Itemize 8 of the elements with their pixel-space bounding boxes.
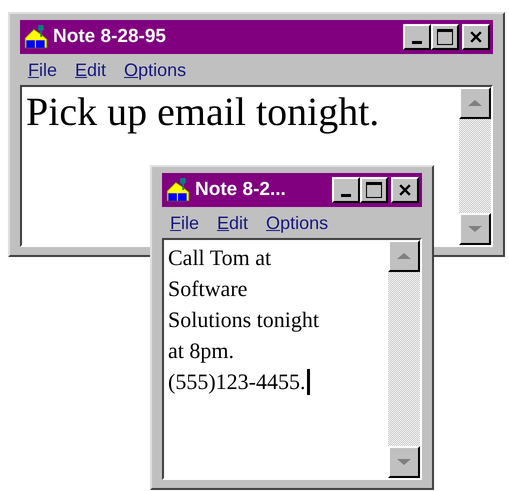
note-text: Solutions tonight <box>168 306 319 334</box>
note-text: Call Tom at <box>168 244 272 272</box>
note-text: (555)123-4455. <box>168 368 306 396</box>
window-title: Note 8-2... <box>195 179 287 201</box>
note-text: Software <box>168 275 248 303</box>
note-text: at 8pm. <box>168 337 234 365</box>
note-text: Pick up email tonight. <box>26 89 380 135</box>
window-title: Note 8-28-95 <box>53 26 167 48</box>
